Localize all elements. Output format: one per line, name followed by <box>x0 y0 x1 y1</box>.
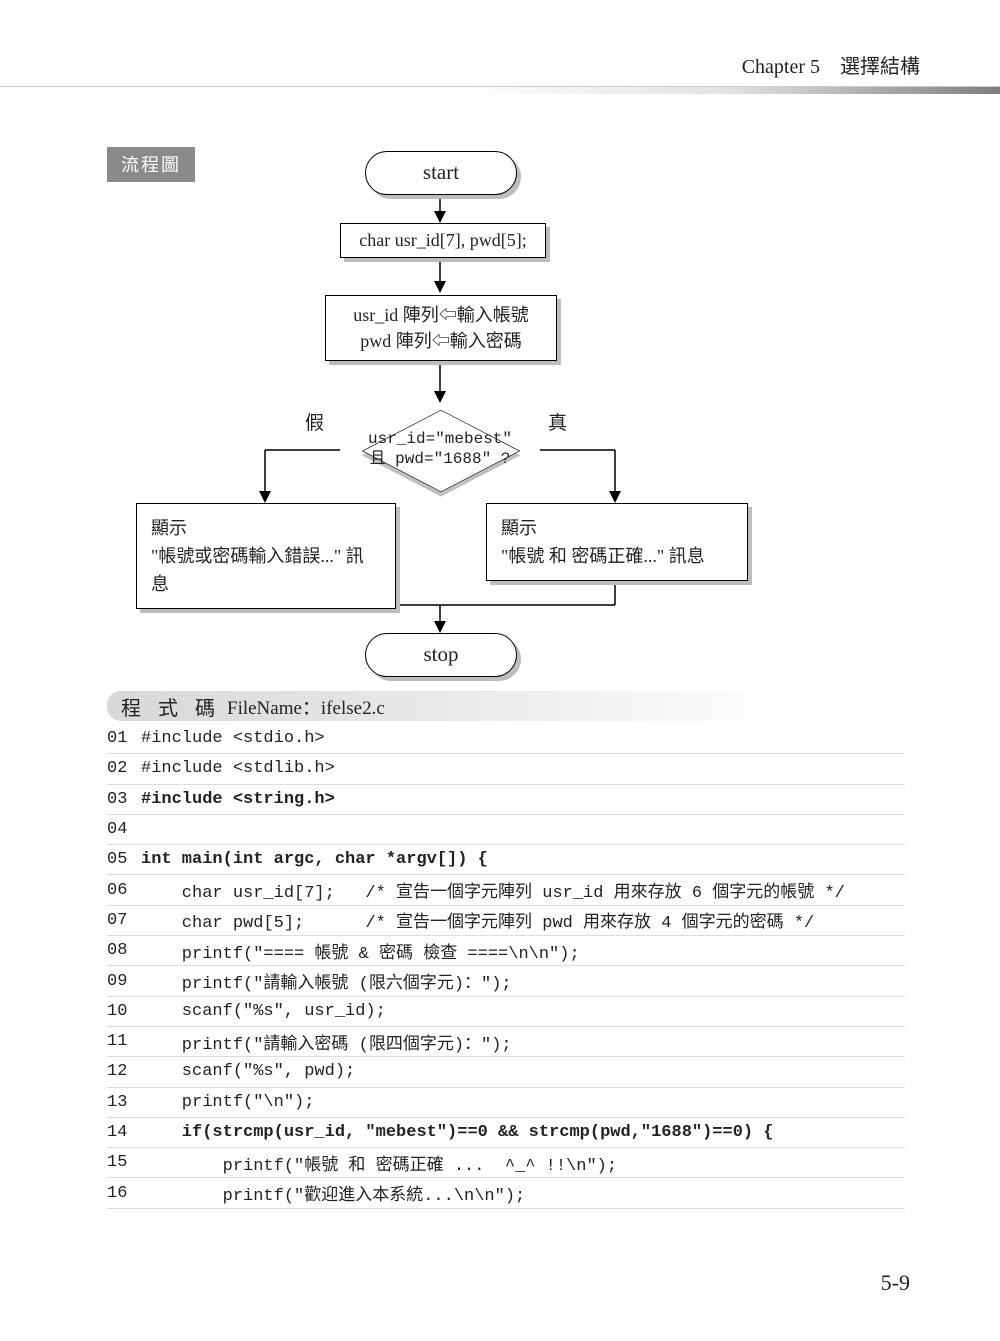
code-text: int main(int argc, char *argv[]) { <box>141 850 488 869</box>
line-number: 14 <box>107 1123 141 1142</box>
line-number: 12 <box>107 1062 141 1081</box>
code-text: char usr_id[7]; /* 宣告一個字元陣列 usr_id 用來存放 … <box>141 877 845 903</box>
line-number: 05 <box>107 850 141 869</box>
line-number: 09 <box>107 972 141 991</box>
flow-false-label: 假 <box>305 408 324 435</box>
code-text: #include <string.h> <box>141 790 335 809</box>
flow-cond-line1: usr_id="mebest" <box>325 429 555 449</box>
flow-true-box: 顯示 "帳號 和 密碼正確..." 訊息 <box>486 503 748 581</box>
code-line: 04 <box>107 815 905 845</box>
code-text: if(strcmp(usr_id, "mebest")==0 && strcmp… <box>141 1123 774 1142</box>
code-line: 10 scanf("%s", usr_id); <box>107 997 905 1027</box>
header-gradient <box>460 87 1000 94</box>
flow-true-line2: "帳號 和 密碼正確..." 訊息 <box>501 542 733 570</box>
code-line: 05int main(int argc, char *argv[]) { <box>107 845 905 875</box>
flow-true-line1: 顯示 <box>501 514 733 542</box>
code-line: 09 printf("請輸入帳號 (限六個字元)："); <box>107 966 905 996</box>
code-line: 03#include <string.h> <box>107 785 905 815</box>
code-line: 08 printf("==== 帳號 & 密碼 檢查 ====\n\n"); <box>107 936 905 966</box>
line-number: 10 <box>107 1002 141 1021</box>
line-number: 03 <box>107 790 141 809</box>
code-line: 06 char usr_id[7]; /* 宣告一個字元陣列 usr_id 用來… <box>107 875 905 905</box>
flow-input: usr_id 陣列⇦輸入帳號 pwd 陣列⇦輸入密碼 <box>325 295 557 361</box>
code-text: #include <stdlib.h> <box>141 759 335 778</box>
page-number: 5-9 <box>881 1270 910 1296</box>
flowchart: start char usr_id[7], pwd[5]; usr_id 陣列⇦… <box>130 145 890 675</box>
code-text: char pwd[5]; /* 宣告一個字元陣列 pwd 用來存放 4 個字元的… <box>141 907 814 933</box>
code-header: 程 式 碼 FileName：ifelse2.c <box>107 691 905 721</box>
line-number: 15 <box>107 1153 141 1172</box>
flow-input-line1: usr_id 陣列⇦輸入帳號 <box>336 302 546 328</box>
code-text: printf("\n"); <box>141 1093 314 1112</box>
page-header: Chapter 5 選擇結構 <box>742 50 920 79</box>
line-number: 11 <box>107 1032 141 1051</box>
line-number: 16 <box>107 1184 141 1203</box>
flow-start: start <box>365 151 517 195</box>
code-line: 15 printf("帳號 和 密碼正確 ... ^_^ !!\n"); <box>107 1148 905 1178</box>
line-number: 13 <box>107 1093 141 1112</box>
flow-input-line2: pwd 陣列⇦輸入密碼 <box>336 328 546 354</box>
code-text: printf("歡迎進入本系統...\n\n"); <box>141 1180 525 1206</box>
code-line: 02#include <stdlib.h> <box>107 754 905 784</box>
flow-false-line1: 顯示 <box>151 514 381 542</box>
flow-decision: usr_id="mebest" 且 pwd="1688" ? <box>325 395 555 505</box>
chapter-number: Chapter 5 <box>742 56 820 78</box>
flow-stop: stop <box>365 633 517 677</box>
line-number: 02 <box>107 759 141 778</box>
line-number: 04 <box>107 820 141 839</box>
line-number: 08 <box>107 941 141 960</box>
chapter-title: 選擇結構 <box>840 56 920 78</box>
code-line: 07 char pwd[5]; /* 宣告一個字元陣列 pwd 用來存放 4 個… <box>107 906 905 936</box>
code-listing: 01#include <stdio.h>02#include <stdlib.h… <box>107 724 905 1209</box>
flow-false-box: 顯示 "帳號或密碼輸入錯誤..." 訊息 <box>136 503 396 609</box>
code-text: printf("請輸入密碼 (限四個字元)："); <box>141 1029 512 1055</box>
code-filename: FileName：ifelse2.c <box>227 693 385 720</box>
code-text: printf("帳號 和 密碼正確 ... ^_^ !!\n"); <box>141 1150 617 1176</box>
code-line: 01#include <stdio.h> <box>107 724 905 754</box>
code-text: #include <stdio.h> <box>141 729 325 748</box>
code-text: printf("請輸入帳號 (限六個字元)："); <box>141 968 512 994</box>
code-line: 16 printf("歡迎進入本系統...\n\n"); <box>107 1178 905 1208</box>
flow-declaration: char usr_id[7], pwd[5]; <box>340 223 546 258</box>
code-label: 程 式 碼 <box>121 692 221 721</box>
flow-false-line2: "帳號或密碼輸入錯誤..." 訊息 <box>151 542 381 598</box>
code-text: printf("==== 帳號 & 密碼 檢查 ====\n\n"); <box>141 938 580 964</box>
code-line: 12 scanf("%s", pwd); <box>107 1057 905 1087</box>
code-text: scanf("%s", pwd); <box>141 1062 355 1081</box>
code-text: scanf("%s", usr_id); <box>141 1002 386 1021</box>
line-number: 07 <box>107 911 141 930</box>
line-number: 06 <box>107 881 141 900</box>
code-line: 13 printf("\n"); <box>107 1088 905 1118</box>
line-number: 01 <box>107 729 141 748</box>
flow-cond-line2: 且 pwd="1688" ? <box>325 449 555 469</box>
code-line: 11 printf("請輸入密碼 (限四個字元)："); <box>107 1027 905 1057</box>
code-line: 14 if(strcmp(usr_id, "mebest")==0 && str… <box>107 1118 905 1148</box>
